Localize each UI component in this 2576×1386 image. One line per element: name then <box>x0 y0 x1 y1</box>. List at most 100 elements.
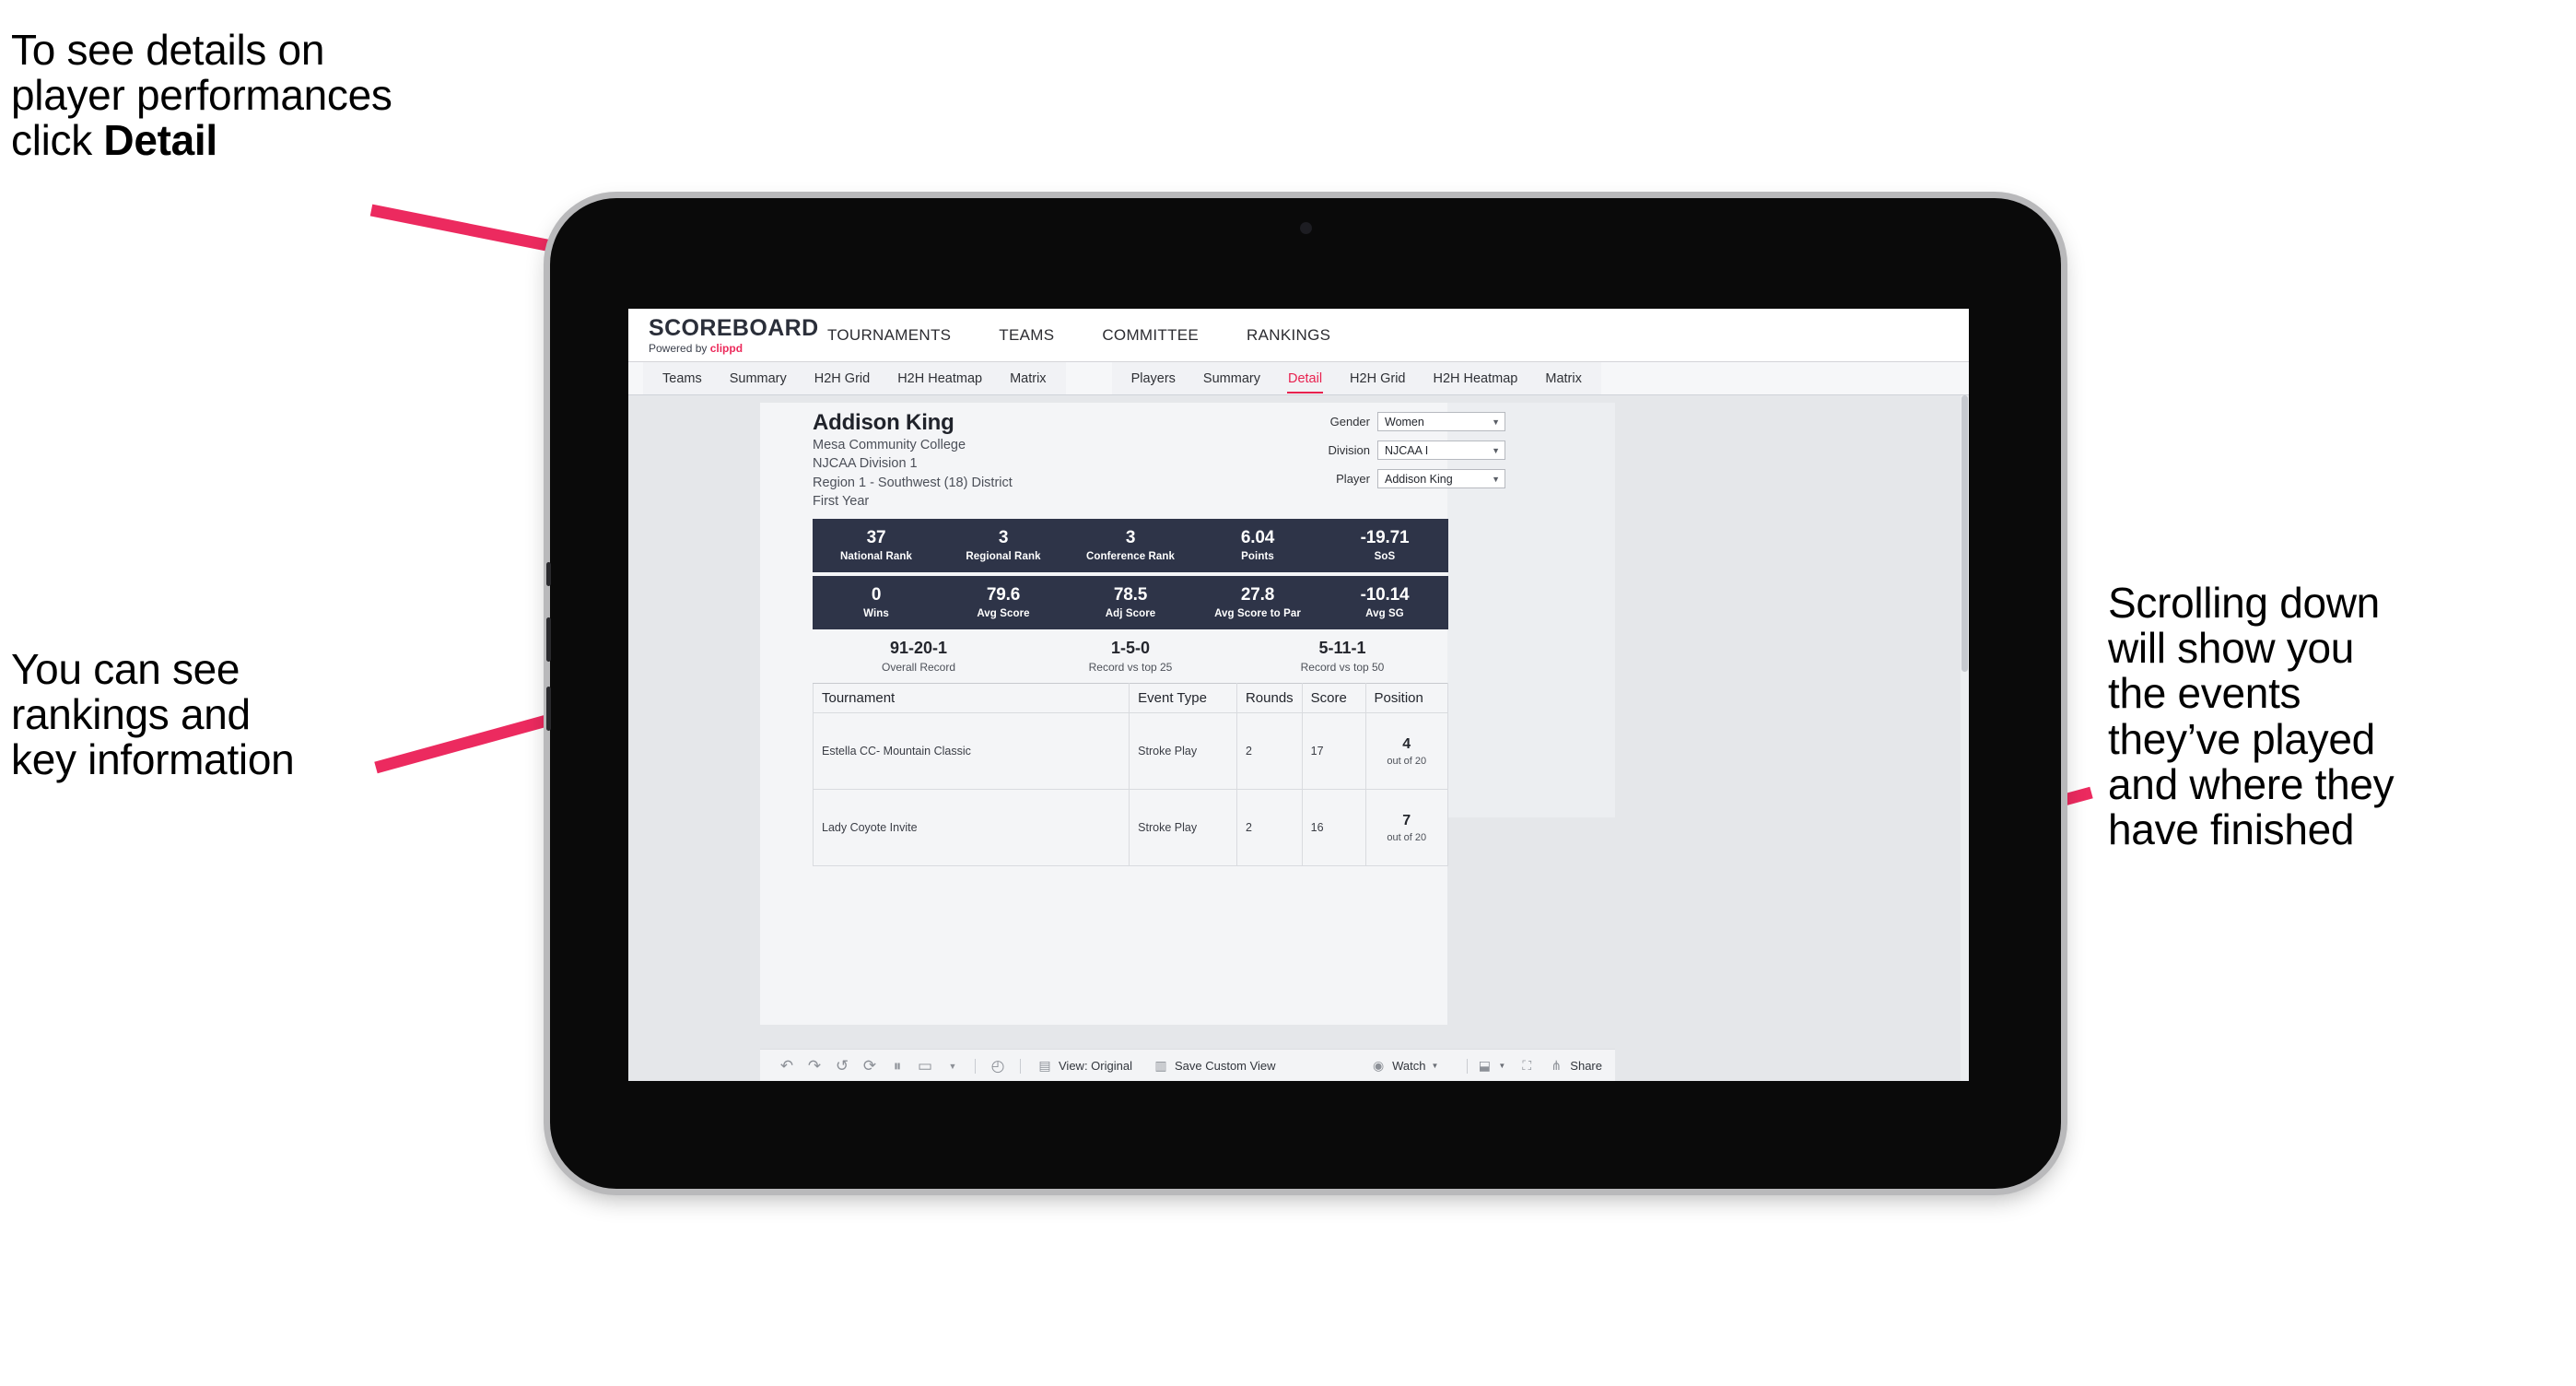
revert-icon[interactable]: ↺ <box>828 1055 856 1077</box>
ranking-stats-bar: 37 National Rank 3 Regional Rank 3 Confe… <box>813 518 1448 572</box>
filter-gender-value: Women <box>1385 415 1424 429</box>
top-navigation-bar: SCOREBOARD Powered by clippd TOURNAMENTS… <box>628 309 1969 362</box>
chevron-down-icon: ▼ <box>1492 474 1500 484</box>
nav-committee[interactable]: COMMITTEE <box>1078 326 1223 345</box>
table-row[interactable]: Estella CC- Mountain Classic Stroke Play… <box>812 711 1448 790</box>
scrollbar-thumb[interactable] <box>1961 395 1968 672</box>
stat-avg-score-value: 79.6 <box>986 584 1021 605</box>
stat-conference-rank: 3 Conference Rank <box>1067 528 1194 562</box>
stat-avg-score-to-par: 27.8 Avg Score to Par <box>1194 584 1321 619</box>
filter-player-select[interactable]: Addison King ▼ <box>1377 469 1505 488</box>
record-overall-label: Overall Record <box>881 660 956 674</box>
view-original-button[interactable]: ▤ View: Original <box>1036 1055 1132 1077</box>
tab-teams-h2h-heatmap[interactable]: H2H Heatmap <box>884 362 996 395</box>
tablet-power-button[interactable] <box>546 562 551 586</box>
nav-teams[interactable]: TEAMS <box>975 326 1078 345</box>
toolbar-divider <box>975 1058 976 1074</box>
record-top25-label: Record vs top 25 <box>1088 660 1173 674</box>
tab-teams-matrix[interactable]: Matrix <box>996 362 1060 395</box>
save-custom-view-button[interactable]: ▥ Save Custom View <box>1153 1055 1276 1077</box>
chevron-down-icon: ▼ <box>1431 1062 1439 1070</box>
download-icon: ⬓ <box>1478 1058 1491 1073</box>
stat-avg-sg-label: Avg SG <box>1365 607 1404 619</box>
events-table-header-row: Tournament Event Type Rounds Score Posit… <box>812 682 1448 713</box>
col-rounds[interactable]: Rounds <box>1235 682 1303 713</box>
filter-gender-select[interactable]: Women ▼ <box>1377 412 1505 431</box>
tab-players-detail[interactable]: Detail <box>1274 362 1336 395</box>
tablet-camera-icon <box>1300 222 1312 234</box>
refresh-data-icon[interactable]: ⟳ <box>856 1055 884 1077</box>
download-button[interactable]: ⬓ ▼ <box>1476 1055 1506 1077</box>
watch-button[interactable]: ◉ Watch ▼ <box>1370 1055 1438 1077</box>
col-position[interactable]: Position <box>1364 682 1448 713</box>
brand-logo[interactable]: SCOREBOARD Powered by clippd <box>628 314 819 354</box>
col-event-type[interactable]: Event Type <box>1129 682 1237 713</box>
fullscreen-button[interactable]: ⛶ <box>1518 1055 1535 1077</box>
tab-players-h2h-grid[interactable]: H2H Grid <box>1336 362 1419 395</box>
callout-detail-bold: Detail <box>103 116 217 165</box>
filter-gender: Gender Women ▼ <box>1295 412 1505 431</box>
brand-name: SCOREBOARD <box>649 314 819 341</box>
save-custom-view-label: Save Custom View <box>1174 1059 1276 1073</box>
stat-avg-score: 79.6 Avg Score <box>940 584 1067 619</box>
tab-players[interactable]: Players <box>1118 362 1189 395</box>
stat-wins-value: 0 <box>871 584 882 605</box>
cell-rounds: 2 <box>1235 711 1303 790</box>
col-tournament[interactable]: Tournament <box>812 682 1130 713</box>
filter-player-value: Addison King <box>1385 472 1453 486</box>
tab-teams-h2h-grid[interactable]: H2H Grid <box>801 362 884 395</box>
tab-players-matrix[interactable]: Matrix <box>1531 362 1595 395</box>
tab-teams-summary[interactable]: Summary <box>716 362 801 395</box>
pause-updates-icon[interactable]: ⏸ <box>884 1055 911 1077</box>
brand-clippd: clippd <box>709 341 744 355</box>
record-overall: 91-20-1 Overall Record <box>813 639 1025 674</box>
share-button[interactable]: ⋔ Share <box>1548 1055 1602 1077</box>
tablet-volume-up-button[interactable] <box>546 617 551 662</box>
stat-sos-label: SoS <box>1374 550 1396 562</box>
share-icon: ⋔ <box>1551 1058 1563 1073</box>
viz-bottom-toolbar: ↶ ↷ ↺ ⟳ ⏸ ▭ ▼ ◴ ▤ View: Original ▥ Save … <box>760 1049 1615 1081</box>
filter-division-select[interactable]: NJCAA I ▼ <box>1377 440 1505 460</box>
tab-teams[interactable]: Teams <box>649 362 716 395</box>
filter-division-label: Division <box>1328 443 1370 457</box>
tab-players-summary[interactable]: Summary <box>1189 362 1274 395</box>
cell-score: 17 <box>1301 711 1366 790</box>
performance-icon[interactable]: ◴ <box>984 1055 1012 1077</box>
cell-position-sub: out of 20 <box>1387 831 1427 843</box>
eye-icon: ◉ <box>1372 1058 1385 1073</box>
record-overall-value: 91-20-1 <box>889 639 948 658</box>
table-row[interactable]: Lady Coyote Invite Stroke Play 2 16 7 ou… <box>812 788 1448 866</box>
cell-score: 16 <box>1301 788 1366 866</box>
chevron-down-icon: ▼ <box>1492 445 1500 455</box>
stat-regional-rank: 3 Regional Rank <box>940 528 1067 562</box>
nav-tournaments[interactable]: TOURNAMENTS <box>803 326 975 345</box>
chevron-down-icon[interactable]: ▼ <box>939 1055 966 1077</box>
redo-icon[interactable]: ↷ <box>801 1055 828 1077</box>
record-top25: 1-5-0 Record vs top 25 <box>1025 639 1236 674</box>
players-tab-group: Players Summary Detail H2H Grid H2H Heat… <box>1111 362 1601 395</box>
tab-players-h2h-heatmap[interactable]: H2H Heatmap <box>1419 362 1531 395</box>
callout-scrolling-info: Scrolling down will show you the events … <box>2108 579 2395 854</box>
record-top50-label: Record vs top 50 <box>1300 660 1385 674</box>
stat-sos-value: -19.71 <box>1360 527 1410 547</box>
teams-tab-group: Teams Summary H2H Grid H2H Heatmap Matri… <box>643 362 1066 394</box>
viz-vertical-scrollbar[interactable] <box>1961 395 1969 1081</box>
brand-tagline: Powered by clippd <box>649 343 803 354</box>
filter-panel: Gender Women ▼ Division NJCAA I ▼ Player… <box>1295 412 1505 498</box>
tablet-volume-down-button[interactable] <box>546 687 551 731</box>
cell-position: 7 out of 20 <box>1364 788 1448 866</box>
cell-position-sub: out of 20 <box>1387 755 1427 767</box>
stat-national-rank: 37 National Rank <box>813 528 940 562</box>
highlight-icon[interactable]: ▭ <box>911 1055 939 1077</box>
stat-avg-sg-value: -10.14 <box>1360 584 1410 605</box>
record-top50-value: 5-11-1 <box>1318 639 1366 658</box>
stat-national-rank-label: National Rank <box>840 550 912 562</box>
nav-rankings[interactable]: RANKINGS <box>1223 326 1354 345</box>
col-score[interactable]: Score <box>1301 682 1366 713</box>
toolbar-divider <box>1020 1058 1021 1074</box>
undo-icon[interactable]: ↶ <box>773 1055 801 1077</box>
performance-stats-bar: 0 Wins 79.6 Avg Score 78.5 Adj Score 27.… <box>813 575 1448 629</box>
stat-avg-score-to-par-value: 27.8 <box>1240 584 1275 605</box>
stat-adj-score: 78.5 Adj Score <box>1067 585 1194 619</box>
share-label: Share <box>1570 1059 1602 1073</box>
